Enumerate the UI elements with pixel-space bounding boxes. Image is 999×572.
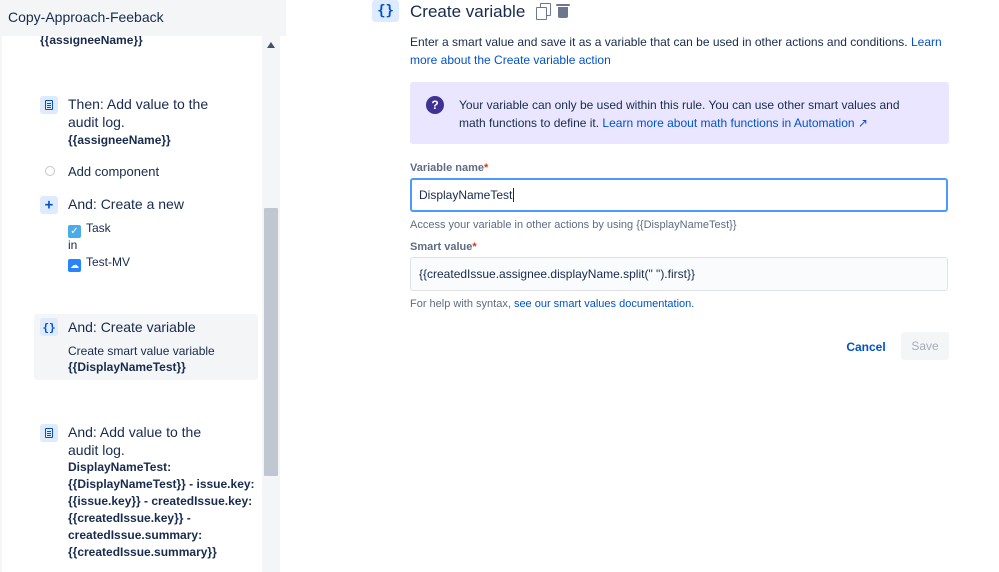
component-create-variable[interactable]: {} And: Create variable Create smart val… <box>34 314 258 380</box>
copy-icon[interactable] <box>536 3 551 20</box>
project-name: ☁ Test-MV <box>68 255 131 272</box>
scroll-up-arrow-icon[interactable] <box>267 42 275 48</box>
smart-value-input[interactable]: {{createdIssue.assignee.displayName.spli… <box>410 257 948 291</box>
component-partial-value: {{assigneeName}} <box>40 36 143 47</box>
math-functions-link[interactable]: Learn more about math functions in Autom… <box>602 116 868 130</box>
in-label: in <box>68 238 78 252</box>
component-scrollbar[interactable] <box>262 36 280 572</box>
component-title: And: Add value to the audit log. <box>68 424 202 458</box>
rule-component-list: {{assigneeName}} Then: Add value to the … <box>0 36 286 572</box>
document-icon <box>40 424 58 442</box>
document-icon <box>40 96 58 114</box>
component-title: Then: Add value to the audit log. <box>68 96 209 130</box>
question-icon: ? <box>426 96 444 114</box>
component-value: {{assigneeName}} <box>68 133 171 147</box>
component-value: DisplayNameTest: {{DisplayNameTest}} - i… <box>68 460 255 559</box>
trash-icon[interactable] <box>556 3 570 19</box>
component-value: {{DisplayNameTest}} <box>68 360 186 374</box>
cancel-button[interactable]: Cancel <box>842 333 890 361</box>
smart-values-docs-link[interactable]: see our smart values documentation. <box>514 298 694 310</box>
smart-value-label: Smart value* <box>410 241 477 253</box>
curly-braces-icon: {} <box>372 0 399 22</box>
component-audit-log-2[interactable]: And: Add value to the audit log. Display… <box>34 422 258 572</box>
info-panel: ? Your variable can only be used within … <box>410 82 949 144</box>
rule-sidebar: Copy-Approach-Feeback {{assigneeName}} T… <box>0 0 286 572</box>
editor-title: Create variable <box>410 2 526 21</box>
smart-value-help: For help with syntax, see our smart valu… <box>410 298 695 310</box>
plus-icon: + <box>40 196 58 214</box>
save-button[interactable]: Save <box>901 332 949 360</box>
variable-name-label: Variable name* <box>410 162 489 174</box>
variable-name-input[interactable]: DisplayNameTest <box>410 178 948 212</box>
component-scroll-area: {{assigneeName}} Then: Add value to the … <box>2 36 262 572</box>
issue-type: ✓ Task <box>68 220 111 238</box>
project-icon: ☁ <box>68 259 81 272</box>
rule-title: Copy-Approach-Feeback <box>8 9 164 25</box>
component-subtitle: Create smart value variable <box>68 344 215 358</box>
component-audit-log-1[interactable]: Then: Add value to the audit log. {{assi… <box>34 94 258 154</box>
component-title: And: Create a new <box>68 196 184 212</box>
info-text: Your variable can only be used within th… <box>459 98 900 130</box>
curly-braces-icon: {} <box>40 318 58 336</box>
component-title: And: Create variable <box>68 319 196 335</box>
component-create-issue[interactable]: + And: Create a new ✓ Task in ☁ Test-MV <box>34 194 258 274</box>
scrollbar-thumb[interactable] <box>264 208 278 476</box>
add-component-dot-icon <box>45 166 55 176</box>
add-component-button[interactable]: Add component <box>68 163 159 180</box>
component-editor: {} Create variable Enter a smart value a… <box>372 0 972 572</box>
editor-description: Enter a smart value and save it as a var… <box>410 35 942 67</box>
variable-name-help: Access your variable in other actions by… <box>410 219 737 231</box>
